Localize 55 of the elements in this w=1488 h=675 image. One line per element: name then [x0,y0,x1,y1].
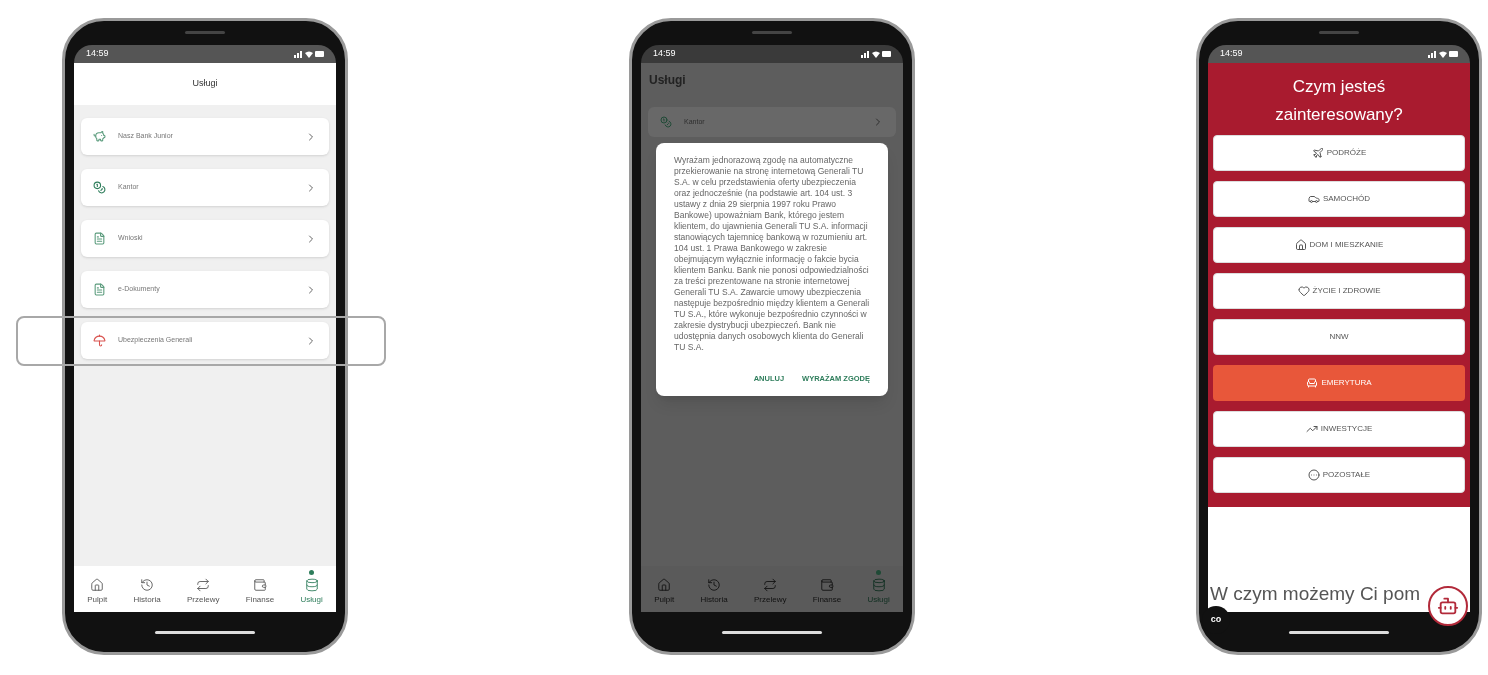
car-icon [1307,193,1320,205]
armchair-icon [1306,377,1319,389]
chat-prompt: W czym możemy Ci pom [1209,581,1421,606]
document-icon [93,283,106,296]
home-icon [657,578,672,592]
wallet-icon [819,578,834,592]
stack-icon [871,578,886,592]
piggy-bank-icon [93,130,106,143]
status-icons-drawing [294,50,324,58]
coins-icon [660,116,672,128]
screen-title: Usługi [192,77,218,91]
heart-icon [1297,285,1310,297]
status-time: 14:59 [1220,47,1243,61]
status-time: 14:59 [86,47,109,61]
consent-text: Wyrażam jednorazową zgodę na automatyczne przekierowanie na stronę internetową Generali TU S.A. w celu przedstawienia oferty ubezpieczenia oraz jednocześnie (na podstawie art. 104 ust. 3 ustawy z dnia 29 sierpnia 1997 roku Prawo Bankowe) upoważniam Bank, którego jestem klientem, do ujawnienia Generali TU S.A. informacji stanowiących tajemnicę bankową w rozumieniu art. 104 ust. 1 Prawa Bankowego w zakresie obejmującym wyłącznie informację o fakcie bycia klientem Banku. Bank nie ponosi odpowiedzialności za treści prezentowane na stronie internetowej Generali TU S.A. Zawarcie umowy ubezpieczenia następuje bezpośrednio między klientem a Generali TU S.A., które wykonuje bezpośrednio czynności w zakresie dystrybucji ubezpieczeń. Bank nie udostępnia danych osobowych klienta do Generali TU S.A. [674,155,870,353]
stack-icon [304,578,319,592]
option-button[interactable]: DOM I MIESZKANIE [1213,227,1465,263]
nav-tab[interactable]: Pulpit [654,578,675,606]
umbrella-icon [93,334,106,347]
screen-title: Usługi [648,72,687,89]
option-button[interactable]: INWESTYCJE [1213,411,1465,447]
option-button[interactable]: PODRÓŻE [1213,135,1465,171]
arrows-icon [196,578,211,592]
arrows-icon [763,578,778,592]
option-button[interactable]: POZOSTAŁE [1213,457,1465,493]
option-button[interactable]: NNW [1213,319,1465,355]
history-icon [707,578,722,592]
nav-tab[interactable]: Historia [133,578,161,606]
nav-tab[interactable]: Finanse [245,578,275,606]
speaker-slot [185,31,225,34]
nav-tab[interactable]: Przelewy [186,578,220,606]
nav-tab[interactable]: Historia [700,578,728,606]
nav-tab[interactable]: Usługi [300,578,323,606]
status-time: 14:59 [653,47,676,61]
picker-title: Czym jesteś zainteresowany? [1274,76,1404,126]
history-icon [140,578,155,592]
chatbot-button[interactable] [1428,586,1468,626]
option-button[interactable]: EMERYTURA [1213,365,1465,401]
home-icon [90,578,105,592]
nav-tab[interactable]: Przelewy [753,578,787,606]
robot-icon [1437,595,1459,617]
document-icon [93,232,106,245]
house-icon [1294,239,1307,251]
status-icons-drawing [1428,50,1458,58]
trend-icon [1305,423,1318,435]
status-icons-drawing [861,50,891,58]
speaker-slot [1319,31,1359,34]
option-button[interactable]: SAMOCHÓD [1213,181,1465,217]
plane-icon [1311,147,1324,159]
speaker-slot [752,31,792,34]
coins-icon [93,181,106,194]
nav-tab[interactable]: Pulpit [87,578,108,606]
option-button[interactable]: ŻYCIE I ZDROWIE [1213,273,1465,309]
wallet-icon [252,578,267,592]
ellipsis-icon [1307,469,1320,481]
